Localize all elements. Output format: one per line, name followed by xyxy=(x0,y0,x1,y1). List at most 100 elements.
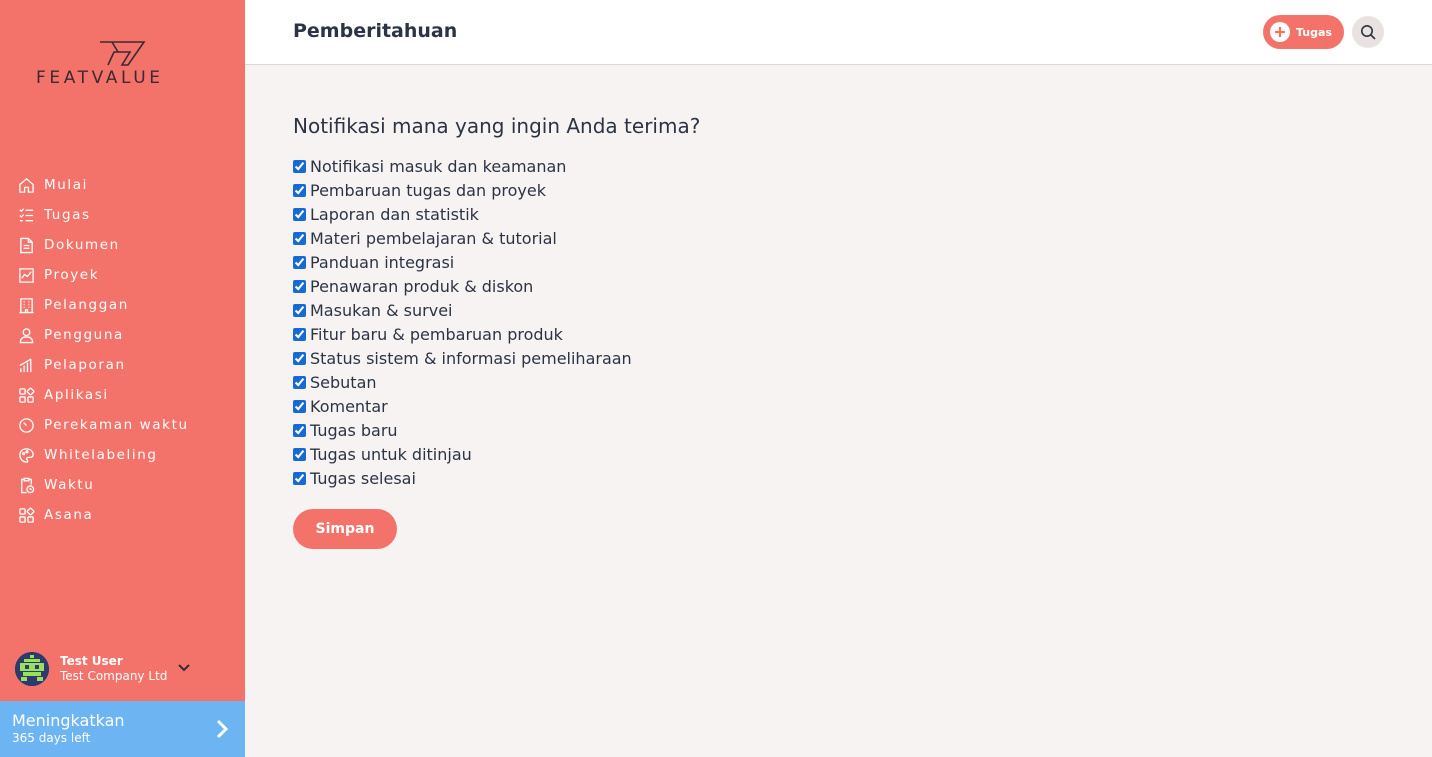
palette-icon xyxy=(17,446,35,464)
notification-option-label: Materi pembelajaran & tutorial xyxy=(310,228,557,248)
sidebar-item-label: Dokumen xyxy=(44,237,120,253)
sidebar-item-pelanggan[interactable]: Pelanggan xyxy=(0,290,245,320)
upgrade-banner[interactable]: Meningkatkan 365 days left xyxy=(0,701,245,757)
notification-option[interactable]: Status sistem & informasi pemeliharaan xyxy=(293,346,1193,370)
document-icon xyxy=(17,236,35,254)
user-name: Test User xyxy=(60,654,123,668)
clipboard-clock-icon xyxy=(17,476,35,494)
sidebar-item-label: Proyek xyxy=(44,267,100,283)
sidebar-item-label: Tugas xyxy=(44,207,91,223)
notification-option-label: Laporan dan statistik xyxy=(310,204,479,224)
sidebar-item-label: Waktu xyxy=(44,477,95,493)
user-icon xyxy=(17,326,35,344)
notification-checkbox[interactable] xyxy=(293,375,306,389)
notification-checkbox[interactable] xyxy=(293,183,306,197)
sidebar-nav: Mulai Tugas Dokumen Proyek Pelanggan Pen… xyxy=(0,170,245,530)
user-company: Test Company Ltd xyxy=(60,669,168,683)
sidebar-item-label: Pelaporan xyxy=(44,357,126,373)
notification-checkbox[interactable] xyxy=(293,447,306,461)
sidebar-item-label: Asana xyxy=(44,507,94,523)
sidebar-item-aplikasi[interactable]: Aplikasi xyxy=(0,380,245,410)
search-button[interactable] xyxy=(1352,16,1384,48)
save-button[interactable]: Simpan xyxy=(293,509,397,549)
plus-icon xyxy=(1270,22,1290,42)
upgrade-title: Meningkatkan xyxy=(12,711,125,730)
pixel-avatar-icon xyxy=(15,652,49,686)
notification-option[interactable]: Penawaran produk & diskon xyxy=(293,274,1193,298)
timer-icon xyxy=(17,416,35,434)
sidebar-item-mulai[interactable]: Mulai xyxy=(0,170,245,200)
notification-option-label: Penawaran produk & diskon xyxy=(310,276,534,296)
notification-checkbox[interactable] xyxy=(293,399,306,413)
logo-text: FEATVALUE xyxy=(36,68,164,88)
notification-checkbox[interactable] xyxy=(293,471,306,485)
sidebar-item-label: Whitelabeling xyxy=(44,447,158,463)
notification-option[interactable]: Tugas untuk ditinjau xyxy=(293,442,1193,466)
notification-option-label: Pembaruan tugas dan proyek xyxy=(310,180,546,200)
notification-option-label: Tugas selesai xyxy=(310,468,416,488)
notification-option-label: Notifikasi masuk dan keamanan xyxy=(310,156,567,176)
add-task-button[interactable]: Tugas xyxy=(1263,15,1344,49)
notification-checkbox[interactable] xyxy=(293,279,306,293)
sidebar-item-asana[interactable]: Asana xyxy=(0,500,245,530)
notification-option-label: Sebutan xyxy=(310,372,377,392)
notification-option-label: Masukan & survei xyxy=(310,300,453,320)
top-bar: Pemberitahuan Tugas xyxy=(245,0,1432,65)
notification-checkbox[interactable] xyxy=(293,159,306,173)
sidebar-item-tugas[interactable]: Tugas xyxy=(0,200,245,230)
upgrade-days-left: 365 days left xyxy=(12,731,91,745)
sidebar-item-label: Pengguna xyxy=(44,327,124,343)
notification-option-label: Tugas baru xyxy=(310,420,398,440)
notification-option[interactable]: Fitur baru & pembaruan produk xyxy=(293,322,1193,346)
notification-option[interactable]: Laporan dan statistik xyxy=(293,202,1193,226)
notification-option[interactable]: Panduan integrasi xyxy=(293,250,1193,274)
notification-option[interactable]: Komentar xyxy=(293,394,1193,418)
notification-settings: Notifikasi mana yang ingin Anda terima? … xyxy=(293,114,1193,549)
notification-option-label: Fitur baru & pembaruan produk xyxy=(310,324,563,344)
apps-grid-icon xyxy=(17,506,35,524)
notification-option-label: Status sistem & informasi pemeliharaan xyxy=(310,348,632,368)
logo-mark-icon xyxy=(100,41,146,66)
notification-option[interactable]: Tugas selesai xyxy=(293,466,1193,490)
notification-option[interactable]: Sebutan xyxy=(293,370,1193,394)
sidebar-item-dokumen[interactable]: Dokumen xyxy=(0,230,245,260)
notification-option-label: Panduan integrasi xyxy=(310,252,455,272)
building-icon xyxy=(17,296,35,314)
notification-option-label: Tugas untuk ditinjau xyxy=(310,444,472,464)
chevron-down-icon[interactable] xyxy=(177,661,191,675)
apps-grid-icon xyxy=(17,386,35,404)
notification-option[interactable]: Pembaruan tugas dan proyek xyxy=(293,178,1193,202)
search-icon xyxy=(1361,25,1376,40)
task-list-icon xyxy=(17,206,35,224)
project-chart-icon xyxy=(17,266,35,284)
sidebar-item-label: Pelanggan xyxy=(44,297,129,313)
notification-option-label: Komentar xyxy=(310,396,388,416)
notification-option[interactable]: Notifikasi masuk dan keamanan xyxy=(293,154,1193,178)
sidebar-item-label: Perekaman waktu xyxy=(44,417,189,433)
sidebar-item-pelaporan[interactable]: Pelaporan xyxy=(0,350,245,380)
sidebar-item-perekaman-waktu[interactable]: Perekaman waktu xyxy=(0,410,245,440)
sidebar: FEATVALUE Mulai Tugas Dokumen Proyek Pel… xyxy=(0,0,245,757)
notification-checkbox[interactable] xyxy=(293,231,306,245)
add-task-label: Tugas xyxy=(1296,25,1332,39)
sidebar-item-pengguna[interactable]: Pengguna xyxy=(0,320,245,350)
notification-checkbox[interactable] xyxy=(293,255,306,269)
notification-checkbox[interactable] xyxy=(293,327,306,341)
notification-checkbox[interactable] xyxy=(293,351,306,365)
sidebar-item-label: Mulai xyxy=(44,177,88,193)
chevron-right-icon xyxy=(216,719,229,739)
notification-checkbox[interactable] xyxy=(293,423,306,437)
notification-option[interactable]: Tugas baru xyxy=(293,418,1193,442)
logo[interactable]: FEATVALUE xyxy=(36,40,211,90)
avatar xyxy=(15,652,49,686)
notification-checkbox[interactable] xyxy=(293,303,306,317)
notification-option[interactable]: Materi pembelajaran & tutorial xyxy=(293,226,1193,250)
user-menu[interactable]: Test User Test Company Ltd xyxy=(15,652,230,686)
page-title: Pemberitahuan xyxy=(293,20,458,42)
sidebar-item-waktu[interactable]: Waktu xyxy=(0,470,245,500)
notification-option[interactable]: Masukan & survei xyxy=(293,298,1193,322)
settings-question: Notifikasi mana yang ingin Anda terima? xyxy=(293,114,701,138)
sidebar-item-whitelabeling[interactable]: Whitelabeling xyxy=(0,440,245,470)
notification-checkbox[interactable] xyxy=(293,207,306,221)
sidebar-item-proyek[interactable]: Proyek xyxy=(0,260,245,290)
